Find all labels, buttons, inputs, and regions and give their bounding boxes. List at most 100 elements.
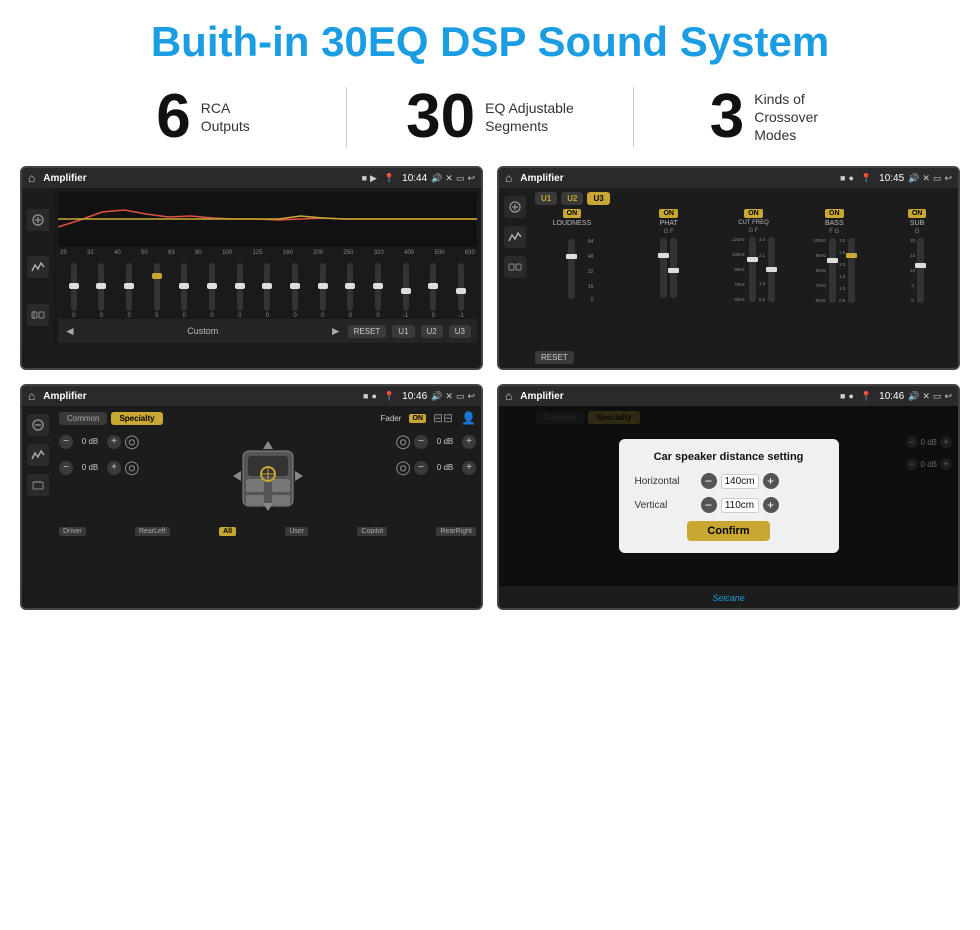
screens-grid: ⌂ Amplifier ■ ▶ 📍 10:44 🔊 ✕ ▭ ↩ bbox=[0, 166, 980, 610]
cross-sidebar-icon-1[interactable] bbox=[504, 196, 526, 218]
cross-preset-u3[interactable]: U3 bbox=[587, 192, 609, 205]
dialog-horizontal-plus[interactable]: + bbox=[763, 473, 779, 489]
eq-status-icons: ■ ▶ bbox=[362, 173, 377, 184]
fader-pos-driver[interactable]: Driver bbox=[59, 527, 86, 536]
eq-sidebar-icon-2[interactable] bbox=[27, 256, 49, 278]
fader-rl-value: 0 dB bbox=[76, 463, 104, 472]
fader-profile-icon[interactable]: 👤 bbox=[461, 411, 476, 425]
fader-rr-plus[interactable]: + bbox=[462, 461, 476, 475]
bass-toggle[interactable]: ON bbox=[825, 209, 844, 218]
cross-volume-icon: 🔊 bbox=[908, 173, 919, 184]
eq-slider-14[interactable]: 0 bbox=[430, 263, 436, 319]
eq-slider-5[interactable]: 0 bbox=[181, 263, 187, 319]
fader-fr-minus[interactable]: − bbox=[414, 435, 428, 449]
fader-fl-value: 0 dB bbox=[76, 437, 104, 446]
eq-sidebar-icon-3[interactable] bbox=[27, 304, 49, 326]
fader-sidebar-icon-1[interactable] bbox=[27, 414, 49, 436]
eq-slider-8[interactable]: 0 bbox=[264, 263, 270, 319]
fader-pos-copilot[interactable]: Copilot bbox=[357, 527, 387, 536]
cross-record-icon: ● bbox=[848, 173, 853, 183]
dialog-vertical-label: Vertical bbox=[635, 500, 695, 511]
fader-fl-minus[interactable]: − bbox=[59, 435, 73, 449]
cross-ch-phat: ON PHAT G F bbox=[632, 209, 706, 345]
eq-u2-button[interactable]: U2 bbox=[421, 325, 443, 338]
cross-sidebar-icon-3[interactable] bbox=[504, 256, 526, 278]
eq-reset-button[interactable]: RESET bbox=[348, 325, 387, 338]
dialog-overlay: Car speaker distance setting Horizontal … bbox=[499, 406, 958, 586]
phat-toggle[interactable]: ON bbox=[659, 209, 678, 218]
fader-ch-fr: ◎ − 0 dB + bbox=[395, 431, 476, 452]
confirm-button[interactable]: Confirm bbox=[687, 521, 769, 541]
dialog-horizontal-minus[interactable]: − bbox=[701, 473, 717, 489]
eq-next-button[interactable]: ► bbox=[330, 324, 342, 338]
fader-tab-common[interactable]: Common bbox=[59, 412, 107, 425]
eq-slider-3[interactable]: 0 bbox=[126, 263, 132, 319]
eq-home-icon[interactable]: ⌂ bbox=[28, 171, 35, 185]
eq-slider-9[interactable]: 0 bbox=[292, 263, 298, 319]
crossover-screen: ⌂ Amplifier ■ ● 📍 10:45 🔊 ✕ ▭ ↩ bbox=[497, 166, 960, 370]
dialog-record-icon: ● bbox=[848, 391, 853, 401]
fader-fl-plus[interactable]: + bbox=[107, 435, 121, 449]
eq-slider-11[interactable]: 0 bbox=[347, 263, 353, 319]
eq-slider-13[interactable]: -1 bbox=[403, 263, 409, 319]
eq-u1-button[interactable]: U1 bbox=[392, 325, 414, 338]
stat-eq-label: EQ AdjustableSegments bbox=[485, 99, 574, 135]
dialog-vertical-plus[interactable]: + bbox=[763, 497, 779, 513]
eq-slider-15[interactable]: -1 bbox=[458, 263, 464, 319]
cross-home-icon[interactable]: ⌂ bbox=[505, 171, 512, 185]
cross-sidebar-icon-2[interactable] bbox=[504, 226, 526, 248]
cross-x-icon: ✕ bbox=[922, 173, 930, 184]
cross-ch-loudness: ON LOUDNESS 64 48 32 16 0 bbox=[535, 209, 609, 345]
page-title: Buith-in 30EQ DSP Sound System bbox=[0, 18, 980, 66]
eq-slider-4[interactable]: 5 bbox=[154, 263, 160, 319]
fader-dot-icon: ■ bbox=[363, 391, 368, 401]
eq-prev-button[interactable]: ◄ bbox=[64, 324, 76, 338]
loudness-slider[interactable]: 64 48 32 16 0 bbox=[568, 229, 575, 299]
fader-pos-rearleft[interactable]: RearLeft bbox=[135, 527, 170, 536]
eq-slider-12[interactable]: 0 bbox=[375, 263, 381, 319]
fader-pos-all[interactable]: All bbox=[219, 527, 236, 536]
loudness-toggle[interactable]: ON bbox=[563, 209, 582, 218]
eq-slider-7[interactable]: 0 bbox=[237, 263, 243, 319]
fader-left-channels: − 0 dB + ◎ − 0 dB + ◎ bbox=[59, 431, 215, 521]
fader-status-bar: ⌂ Amplifier ■ ● 📍 10:46 🔊 ✕ ▭ ↩ bbox=[22, 386, 481, 406]
cross-reset-button[interactable]: RESET bbox=[535, 351, 574, 364]
fader-pos-user[interactable]: User bbox=[285, 527, 308, 536]
cross-ch-cutfreq: ON CUT FREQ G F 120Hz100Hz80Hz70Hz60Hz 3… bbox=[717, 209, 791, 345]
cross-preset-u2[interactable]: U2 bbox=[561, 192, 583, 205]
fader-fr-plus[interactable]: + bbox=[462, 435, 476, 449]
eq-slider-10[interactable]: 0 bbox=[320, 263, 326, 319]
dialog-home-icon[interactable]: ⌂ bbox=[505, 389, 512, 403]
sub-name: SUB bbox=[910, 220, 924, 227]
fader-toggle-icon[interactable]: ⊟⊟ bbox=[433, 411, 453, 425]
fader-sidebar-icon-3[interactable] bbox=[27, 474, 49, 496]
eq-freq-labels: 253240506380100125160200250320400500630 bbox=[58, 250, 477, 256]
stats-row: 6 RCAOutputs 30 EQ AdjustableSegments 3 … bbox=[0, 76, 980, 166]
fader-tab-specialty[interactable]: Specialty bbox=[111, 412, 162, 425]
cutfreq-toggle[interactable]: ON bbox=[744, 209, 763, 218]
fader-rl-plus[interactable]: + bbox=[107, 461, 121, 475]
fader-pos-rearright[interactable]: RearRight bbox=[436, 527, 476, 536]
eq-u3-button[interactable]: U3 bbox=[449, 325, 471, 338]
fader-positions: Driver RearLeft All User Copilot RearRig… bbox=[59, 527, 476, 536]
bass-sliders: 100Hz90Hz80Hz70Hz60Hz 3.02.52.01.51.00.5 bbox=[813, 238, 855, 303]
dialog-app-title: Amplifier bbox=[516, 391, 836, 402]
loudness-name: LOUDNESS bbox=[553, 220, 592, 227]
fader-ch-rl: − 0 dB + ◎ bbox=[59, 457, 215, 478]
fader-right-channels: ◎ − 0 dB + ◎ − 0 dB + bbox=[321, 431, 477, 521]
eq-slider-6[interactable]: 0 bbox=[209, 263, 215, 319]
dialog-vertical-minus[interactable]: − bbox=[701, 497, 717, 513]
fader-home-icon[interactable]: ⌂ bbox=[28, 389, 35, 403]
fader-rr-speaker-icon: ◎ bbox=[395, 457, 411, 478]
sub-toggle[interactable]: ON bbox=[908, 209, 927, 218]
fader-sidebar-icon-2[interactable] bbox=[27, 444, 49, 466]
eq-slider-1[interactable]: 0 bbox=[71, 263, 77, 319]
cross-preset-u1[interactable]: U1 bbox=[535, 192, 557, 205]
fader-rl-minus[interactable]: − bbox=[59, 461, 73, 475]
fader-on-badge: ON bbox=[409, 414, 426, 423]
eq-sidebar-icon-1[interactable] bbox=[27, 209, 49, 231]
fader-rr-minus[interactable]: − bbox=[414, 461, 428, 475]
fader-back-icon: ↩ bbox=[467, 391, 475, 402]
fader-x-icon: ✕ bbox=[445, 391, 453, 402]
eq-slider-2[interactable]: 0 bbox=[98, 263, 104, 319]
